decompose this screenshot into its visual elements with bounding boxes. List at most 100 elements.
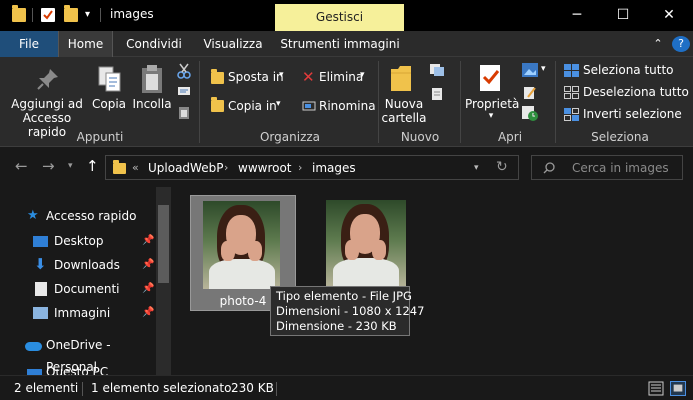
window-title: images	[110, 7, 154, 21]
up-arrow-icon[interactable]: ↑	[86, 157, 99, 175]
file-info-tooltip: Tipo elemento - File JPG Dimensioni - 10…	[270, 286, 425, 336]
tab-home[interactable]: Home	[58, 31, 113, 57]
forward-arrow-icon[interactable]: →	[42, 157, 55, 175]
address-bar[interactable]: « UploadWebP › wwwroot › images ▾ ↻	[105, 155, 519, 180]
navigation-pane: ★ Accesso rapido Desktop 📌 ⬇ Downloads 📌…	[0, 187, 173, 375]
invert-selection-label: Inverti selezione	[583, 107, 682, 121]
chevron-down-icon: ▾	[360, 70, 365, 80]
tab-strumenti-immagini[interactable]: Strumenti immagini	[278, 31, 402, 57]
image-thumbnail	[326, 200, 406, 288]
open-dropdown-icon[interactable]: ▾	[541, 64, 546, 74]
maximize-button[interactable]: ☐	[600, 0, 646, 31]
back-arrow-icon[interactable]: ←	[15, 157, 28, 175]
pin-label-line1: Aggiungi ad	[11, 97, 83, 111]
minimize-button[interactable]: ─	[554, 0, 600, 31]
download-arrow-icon: ⬇	[34, 255, 47, 273]
nav-item-desktop[interactable]: Desktop 📌	[0, 230, 155, 252]
chevron-down-icon: ▾	[279, 70, 284, 80]
tab-gestisci-context[interactable]: Gestisci	[275, 4, 404, 31]
easy-access-icon[interactable]	[429, 87, 445, 101]
desktop-icon	[33, 236, 48, 247]
nav-item-questo-pc[interactable]: Questo PC	[0, 365, 155, 375]
properties-icon	[480, 65, 500, 91]
recent-locations-chevron-icon[interactable]: ▾	[68, 161, 73, 171]
nav-item-label: Accesso rapido	[46, 209, 137, 223]
title-bar: ▾ images Gestisci ─ ☐ ✕	[0, 0, 693, 31]
help-button[interactable]: ?	[672, 36, 690, 52]
refresh-icon[interactable]: ↻	[496, 159, 508, 175]
search-input[interactable]: Cerca in images	[531, 155, 683, 180]
deselect-all-label: Deseleziona tutto	[583, 85, 689, 99]
nav-item-downloads[interactable]: ⬇ Downloads 📌	[0, 254, 155, 276]
image-thumbnail	[203, 201, 280, 289]
pin-icon[interactable]: 📌	[142, 302, 154, 324]
properties-check-icon[interactable]	[41, 8, 55, 22]
separator	[100, 8, 101, 22]
nav-item-onedrive[interactable]: OneDrive - Personal	[0, 334, 155, 374]
file-tile-image-2[interactable]	[316, 195, 422, 293]
status-item-count: 2 elementi	[14, 381, 79, 395]
cut-icon[interactable]	[177, 63, 191, 79]
breadcrumb-uploadwebp[interactable]: UploadWebP	[148, 161, 223, 175]
nav-item-label: Documenti	[54, 282, 120, 296]
cloud-icon	[25, 342, 42, 351]
new-folder-label-line1: Nuova	[384, 97, 424, 111]
tab-file[interactable]: File	[0, 31, 58, 57]
deselect-all-icon	[564, 86, 579, 99]
nav-item-label: Desktop	[54, 234, 104, 248]
separator	[276, 382, 277, 396]
move-to-label: Sposta in	[228, 70, 284, 84]
nav-item-immagini[interactable]: Immagini 📌	[0, 302, 155, 324]
separator	[82, 382, 83, 396]
nav-item-label: Questo PC	[46, 365, 109, 375]
quick-access-dropdown-icon[interactable]: ▾	[85, 9, 99, 23]
star-icon: ★	[27, 208, 39, 223]
new-folder-icon[interactable]	[64, 5, 78, 22]
breadcrumb-wwwroot[interactable]: wwwroot	[238, 161, 292, 175]
breadcrumb-separator-icon[interactable]: ›	[224, 161, 228, 174]
copy-icon	[98, 66, 121, 92]
group-label-appunti: Appunti	[76, 130, 124, 144]
nav-scrollbar-thumb[interactable]	[158, 205, 169, 283]
folder-icon	[12, 5, 26, 22]
paste-icon	[142, 65, 162, 93]
chevron-down-icon: ▾	[488, 111, 494, 121]
document-icon	[35, 282, 47, 296]
new-folder-label-line2: cartella	[381, 111, 427, 125]
large-icons-view-icon[interactable]	[670, 381, 686, 396]
breadcrumb-overflow[interactable]: «	[132, 161, 139, 174]
paste-shortcut-icon[interactable]	[177, 105, 191, 119]
tab-visualizza[interactable]: Visualizza	[196, 31, 270, 57]
edit-icon[interactable]	[523, 85, 537, 101]
group-separator	[460, 61, 461, 143]
move-folder-icon	[211, 69, 224, 84]
group-label-seleziona: Seleziona	[591, 130, 649, 144]
details-view-icon[interactable]	[648, 381, 664, 396]
history-icon[interactable]	[521, 105, 539, 121]
breadcrumb-separator-icon[interactable]: ›	[298, 161, 302, 174]
breadcrumb-images[interactable]: images	[312, 161, 356, 175]
pin-icon[interactable]: 📌	[142, 230, 154, 252]
copy-path-icon[interactable]	[177, 85, 191, 97]
open-icon[interactable]	[521, 62, 539, 78]
group-label-nuovo: Nuovo	[400, 130, 440, 144]
nav-item-quick-access[interactable]: ★ Accesso rapido	[0, 205, 150, 227]
collapse-ribbon-button[interactable]: ⌃	[648, 31, 668, 57]
tab-condividi[interactable]: Condividi	[118, 31, 190, 57]
tooltip-dimensions: Dimensioni - 1080 x 1247	[276, 304, 425, 318]
paste-label: Incolla	[132, 97, 172, 111]
separator	[32, 8, 33, 22]
new-item-icon[interactable]	[429, 63, 445, 77]
pin-icon[interactable]: 📌	[142, 278, 154, 300]
rename-label: Rinomina	[319, 99, 376, 113]
status-size: 230 KB	[231, 381, 274, 395]
address-dropdown-icon[interactable]: ▾	[474, 163, 479, 173]
nav-item-documenti[interactable]: Documenti 📌	[0, 278, 155, 300]
pin-icon[interactable]: 📌	[142, 254, 154, 276]
tooltip-size: Dimensione - 230 KB	[276, 319, 397, 333]
status-bar: 2 elementi 1 elemento selezionato 230 KB	[0, 375, 693, 400]
close-button[interactable]: ✕	[646, 0, 692, 31]
pictures-icon	[33, 307, 48, 319]
rename-icon	[302, 101, 316, 111]
nav-item-label: Immagini	[54, 306, 111, 320]
